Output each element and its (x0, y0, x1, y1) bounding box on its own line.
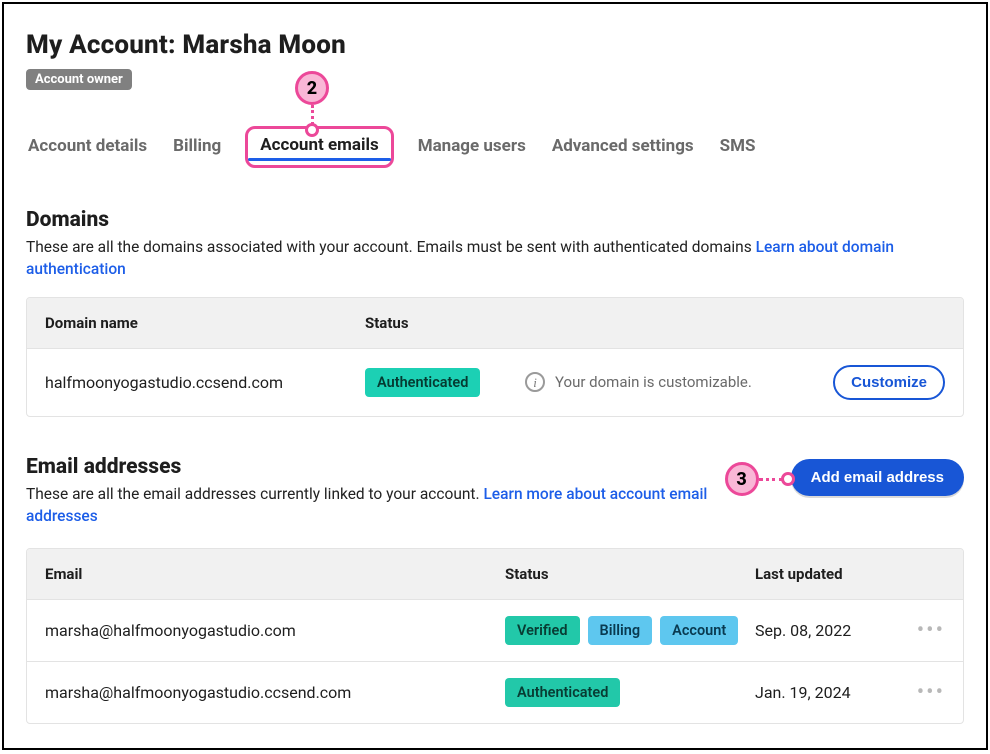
email-badge-account: Account (660, 616, 738, 645)
tab-advanced-settings[interactable]: Advanced settings (550, 128, 696, 166)
domains-description: These are all the domains associated wit… (26, 236, 964, 281)
email-row-menu[interactable]: ••• (917, 625, 945, 636)
domains-table-row: halfmoonyogastudio.ccsend.com Authentica… (27, 348, 963, 416)
email-badge-authenticated: Authenticated (505, 678, 620, 707)
tabs: Account details Billing Account emails M… (26, 126, 964, 168)
emails-table-row: marsha@halfmoonyogastudio.com Verified B… (27, 599, 963, 661)
callout-dot-3 (781, 472, 795, 486)
emails-heading: Email addresses (26, 455, 746, 479)
info-icon: i (525, 372, 545, 392)
callout-connector-3 (759, 478, 783, 481)
emails-description: These are all the email addresses curren… (26, 483, 746, 528)
col-domain-name: Domain name (45, 314, 365, 332)
domains-table: Domain name Status halfmoonyogastudio.cc… (26, 297, 964, 417)
emails-section: Email addresses These are all the email … (26, 455, 964, 724)
domains-description-text: These are all the domains associated wit… (26, 238, 756, 256)
emails-table-header: Email Status Last updated (27, 549, 963, 599)
email-row-menu[interactable]: ••• (917, 687, 945, 698)
domains-table-header: Domain name Status (27, 298, 963, 348)
email-badge-billing: Billing (588, 616, 653, 645)
col-email-updated: Last updated (755, 565, 915, 583)
tab-account-details[interactable]: Account details (26, 128, 149, 166)
col-email: Email (45, 565, 505, 583)
email-updated-cell: Jan. 19, 2024 (755, 683, 915, 702)
domains-section: Domains These are all the domains associ… (26, 208, 964, 417)
callout-marker-3: 3 (725, 462, 759, 496)
tab-sms[interactable]: SMS (718, 128, 758, 166)
tab-manage-users[interactable]: Manage users (416, 128, 528, 166)
email-badge-verified: Verified (505, 616, 580, 645)
add-email-button[interactable]: Add email address (791, 459, 964, 496)
domain-note: Your domain is customizable. (555, 373, 752, 391)
emails-table: Email Status Last updated marsha@halfmoo… (26, 548, 964, 724)
col-email-status: Status (505, 565, 755, 583)
domains-heading: Domains (26, 208, 964, 232)
emails-table-row: marsha@halfmoonyogastudio.ccsend.com Aut… (27, 661, 963, 723)
callout-dot-2 (305, 123, 319, 137)
domain-name-cell: halfmoonyogastudio.ccsend.com (45, 373, 365, 392)
col-domain-status: Status (365, 314, 525, 332)
owner-badge: Account owner (26, 69, 132, 90)
callout-marker-2: 2 (295, 71, 329, 105)
email-cell: marsha@halfmoonyogastudio.ccsend.com (45, 683, 505, 702)
emails-description-text: These are all the email addresses curren… (26, 485, 483, 503)
customize-button[interactable]: Customize (833, 365, 945, 400)
email-cell: marsha@halfmoonyogastudio.com (45, 621, 505, 640)
callout-connector-2 (311, 105, 314, 125)
page-title: My Account: Marsha Moon (26, 30, 964, 60)
tab-billing[interactable]: Billing (171, 128, 223, 166)
tab-account-emails[interactable]: Account emails (245, 126, 394, 168)
domain-status-badge: Authenticated (365, 368, 480, 397)
email-updated-cell: Sep. 08, 2022 (755, 621, 915, 640)
